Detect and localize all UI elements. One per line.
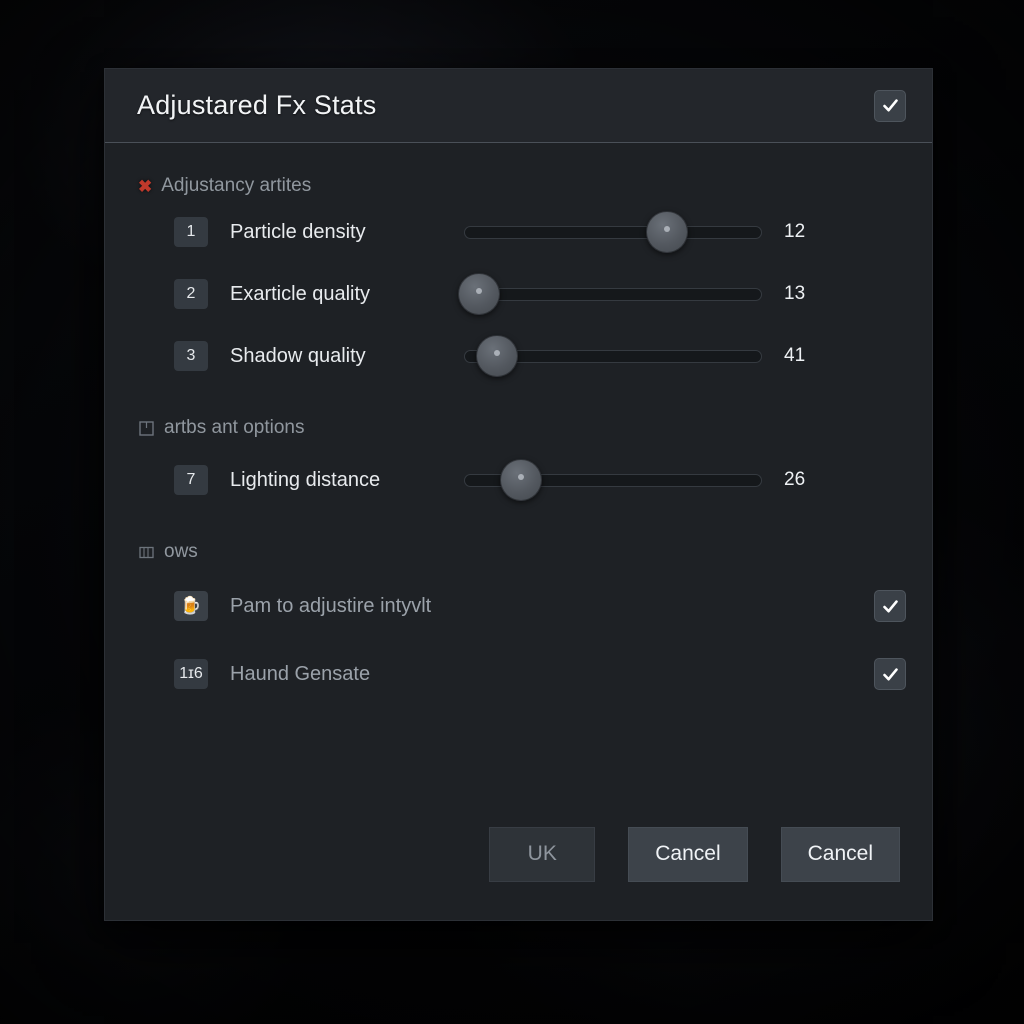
slider-value: 13 [784, 283, 806, 304]
row-label: Shadow quality [230, 344, 366, 367]
setting-row-pam-to-adjustire[interactable]: 🍺 Pam to adjustire intyvlt [105, 575, 932, 637]
slider-value: 26 [784, 469, 806, 490]
row-badge: 2 [174, 279, 208, 309]
slider-value: 41 [784, 345, 806, 366]
cancel-button-2[interactable]: Cancel [780, 826, 900, 882]
cancel-button-1[interactable]: Cancel [628, 826, 748, 882]
row-label: Exarticle quality [230, 282, 371, 305]
section-label: ows [164, 541, 198, 562]
setting-row-haund-gensate[interactable]: 1ɪ6 Haund Gensate [105, 643, 932, 705]
slider-thumb[interactable] [499, 459, 542, 501]
section-header-ant-options: artbs ant options [105, 413, 932, 443]
dialog-title: Adjustared Fx Stats [137, 90, 377, 120]
dialog-body: ✖ Adjustancy artites 1 Particle density … [105, 143, 932, 806]
slider-thumb[interactable] [645, 211, 688, 253]
setting-row-particle-density[interactable]: 1 Particle density 12 [105, 201, 932, 263]
row-badge: 1ɪ6 [174, 659, 208, 689]
slider-thumb[interactable] [457, 273, 500, 315]
section-label: Adjustancy artites [161, 175, 312, 196]
section-header-adjustancy: ✖ Adjustancy artites [105, 171, 932, 201]
section-label: artbs ant options [164, 417, 305, 438]
slider-lighting-distance[interactable] [464, 459, 762, 501]
slider-particle-density[interactable] [464, 211, 762, 253]
section-header-ows: ows [105, 537, 932, 567]
setting-row-lighting-distance[interactable]: 7 Lighting distance 26 [105, 449, 932, 511]
slider-exarticle-quality[interactable] [457, 273, 762, 315]
row-badge: 7 [174, 465, 208, 495]
row-label: Lighting distance [230, 468, 381, 491]
row-label: Pam to adjustire intyvlt [230, 594, 432, 617]
row-label: Haund Gensate [230, 662, 371, 685]
dialog-titlebar: Adjustared Fx Stats [105, 69, 932, 143]
slider-track[interactable] [464, 225, 762, 239]
row-label: Particle density [230, 220, 366, 243]
dialog-footer: UK Cancel Cancel [105, 806, 932, 920]
check-icon [882, 99, 898, 112]
slider-shadow-quality[interactable] [464, 335, 762, 377]
setting-row-exarticle-quality[interactable]: 2 Exarticle quality 13 [105, 263, 932, 325]
title-checkbox[interactable] [874, 89, 906, 122]
slider-thumb[interactable] [475, 335, 518, 377]
uk-button[interactable]: UK [489, 826, 596, 882]
check-icon [882, 667, 898, 680]
setting-row-shadow-quality[interactable]: 3 Shadow quality 41 [105, 325, 932, 387]
grid-icon [139, 546, 154, 558]
settings-dialog: Adjustared Fx Stats ✖ Adjustancy artites… [104, 68, 933, 921]
square-outline-icon [139, 420, 154, 436]
slider-track[interactable] [458, 287, 762, 301]
check-icon [882, 599, 898, 612]
x-icon: ✖ [138, 176, 153, 196]
row-badge-icon: 🍺 [174, 591, 208, 621]
row-badge: 3 [174, 341, 208, 371]
row-checkbox-haund-gensate[interactable] [874, 658, 906, 690]
row-badge: 1 [174, 217, 208, 247]
slider-value: 12 [784, 221, 806, 242]
row-checkbox-pam-to-adjustire[interactable] [874, 590, 906, 622]
